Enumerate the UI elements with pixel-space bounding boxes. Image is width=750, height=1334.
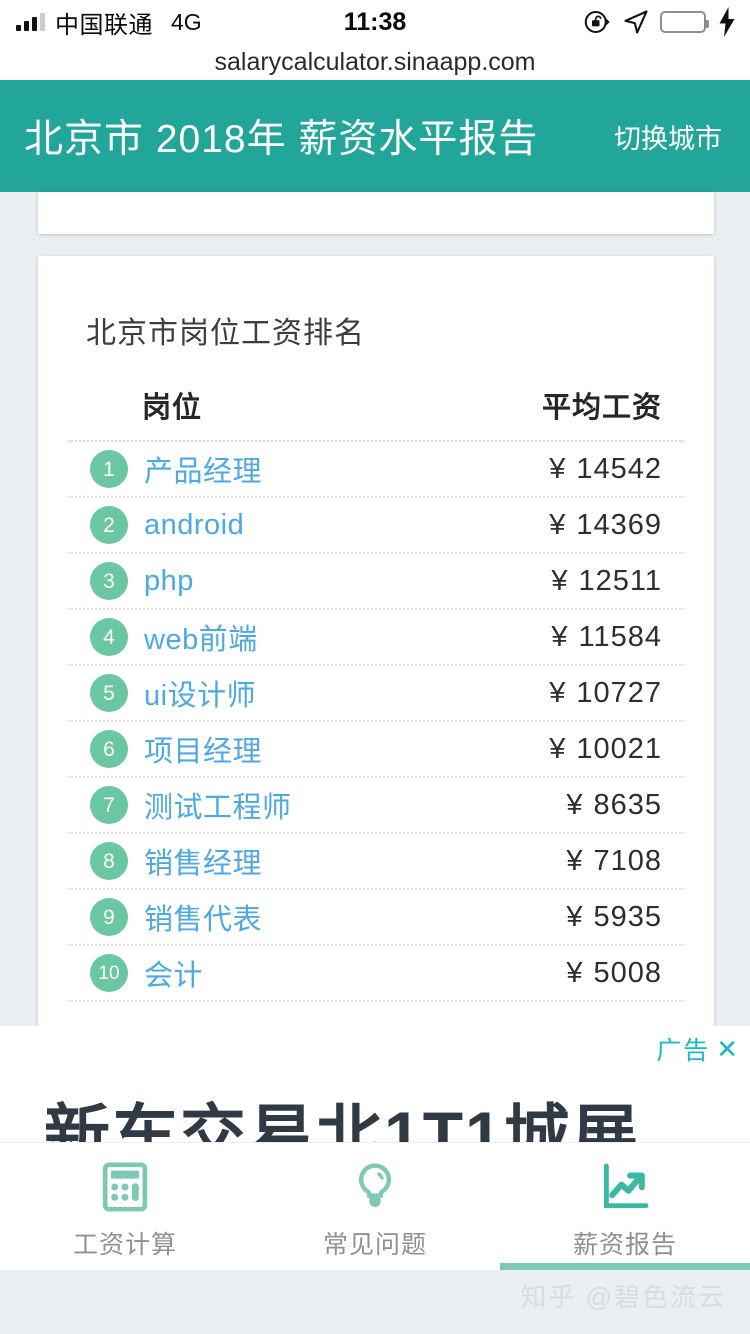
salary-amount: 8635: [593, 788, 662, 821]
table-row[interactable]: 5 ui设计师 ¥10727: [68, 666, 684, 722]
rank-badge: 9: [90, 898, 128, 936]
salary-amount: 14542: [576, 452, 662, 485]
currency-symbol: ¥: [549, 676, 567, 709]
tab-faq[interactable]: 常见问题: [250, 1143, 500, 1270]
url-text: salarycalculator.sinaapp.com: [214, 47, 536, 76]
average-salary-value: ¥5935: [566, 901, 662, 934]
job-title-link[interactable]: 测试工程师: [128, 784, 292, 826]
tab-label-salary-calculator: 工资计算: [72, 1230, 177, 1259]
lightbulb-icon: [358, 1162, 392, 1207]
table-row[interactable]: 4 web前端 ¥11584: [68, 610, 684, 666]
salary-amount: 5935: [593, 900, 662, 933]
table-row[interactable]: 3 php ¥12511: [68, 554, 684, 610]
rank-badge: 3: [90, 562, 128, 600]
column-header-job: 岗位: [142, 392, 203, 424]
rank-badge: 10: [90, 954, 128, 992]
job-title-link[interactable]: 会计: [128, 952, 203, 994]
charging-bolt-icon: [719, 7, 735, 37]
switch-city-button[interactable]: 切换城市: [614, 117, 750, 156]
table-row[interactable]: 8 销售经理 ¥7108: [68, 834, 684, 890]
average-salary-value: ¥5008: [566, 957, 662, 990]
average-salary-value: ¥14369: [549, 509, 662, 542]
salary-amount: 7108: [593, 844, 662, 877]
job-title-link[interactable]: ui设计师: [128, 672, 256, 714]
average-salary-value: ¥14542: [549, 453, 662, 486]
table-row[interactable]: 6 项目经理 ¥10021: [68, 722, 684, 778]
location-arrow-icon: [624, 10, 648, 34]
currency-symbol: ¥: [566, 900, 584, 933]
previous-card-partial: [38, 192, 714, 234]
table-row[interactable]: 10 会计 ¥5008: [68, 946, 684, 1002]
salary-amount: 11584: [578, 620, 662, 653]
active-tab-indicator: [500, 1263, 750, 1270]
bottom-tab-bar: 工资计算 常见问题 薪资报告: [0, 1142, 750, 1270]
card-title: 北京市岗位工资排名: [86, 317, 365, 350]
table-header-row: 岗位 平均工资: [68, 384, 684, 442]
currency-symbol: ¥: [549, 732, 567, 765]
table-row[interactable]: 2 android ¥14369: [68, 498, 684, 554]
rank-badge: 2: [90, 506, 128, 544]
watermark: 知乎 @碧色流云: [520, 1282, 726, 1312]
tab-salary-calculator[interactable]: 工资计算: [0, 1143, 250, 1270]
rank-badge: 6: [90, 730, 128, 768]
job-title-link[interactable]: 产品经理: [128, 448, 262, 490]
average-salary-value: ¥10727: [549, 677, 662, 710]
ad-close-icon[interactable]: ✕: [716, 1034, 740, 1065]
rank-badge: 8: [90, 842, 128, 880]
column-header-salary: 平均工资: [541, 392, 662, 424]
currency-symbol: ¥: [551, 564, 569, 597]
salary-amount: 5008: [593, 956, 662, 989]
salary-ranking-card: 北京市岗位工资排名 岗位 平均工资 1 产品经理 ¥14542 2 android ¥14…: [38, 256, 714, 1036]
ad-label: 广告: [656, 1037, 711, 1065]
salary-amount: 14369: [576, 508, 662, 541]
table-body: 1 产品经理 ¥14542 2 android ¥14369 3 php ¥12511 4 web前…: [68, 442, 684, 1002]
average-salary-value: ¥11584: [551, 621, 662, 654]
salary-amount: 12511: [578, 564, 662, 597]
page-root: 中国联通 4G 11:38 salarycalculator.sinaapp.c…: [0, 0, 750, 1334]
rank-badge: 1: [90, 450, 128, 488]
table-row[interactable]: 1 产品经理 ¥14542: [68, 442, 684, 498]
currency-symbol: ¥: [551, 620, 569, 653]
ad-label-group: 广告 ✕: [656, 1031, 740, 1067]
chart-trend-icon: [603, 1163, 649, 1208]
job-title-link[interactable]: android: [128, 509, 244, 542]
average-salary-value: ¥8635: [566, 789, 662, 822]
currency-symbol: ¥: [549, 452, 567, 485]
salary-ranking-table: 岗位 平均工资 1 产品经理 ¥14542 2 android ¥14369 3 php ¥12…: [38, 384, 714, 1036]
tab-label-salary-report: 薪资报告: [572, 1230, 677, 1259]
calculator-icon: [102, 1162, 148, 1211]
job-title-link[interactable]: 项目经理: [128, 728, 262, 770]
table-row[interactable]: 7 测试工程师 ¥8635: [68, 778, 684, 834]
page-title: 北京市 2018年 薪资水平报告: [24, 118, 539, 161]
job-title-link[interactable]: php: [128, 565, 194, 598]
rank-badge: 5: [90, 674, 128, 712]
currency-symbol: ¥: [566, 788, 584, 821]
currency-symbol: ¥: [566, 956, 584, 989]
salary-amount: 10727: [576, 676, 662, 709]
rotation-lock-icon: [584, 11, 610, 33]
app-header: 北京市 2018年 薪资水平报告 切换城市: [0, 80, 750, 192]
table-row[interactable]: 9 销售代表 ¥5935: [68, 890, 684, 946]
battery-icon: [660, 11, 709, 33]
job-title-link[interactable]: 销售代表: [128, 896, 262, 938]
rank-badge: 7: [90, 786, 128, 824]
status-bar: 中国联通 4G 11:38: [0, 0, 750, 44]
average-salary-value: ¥10021: [549, 733, 662, 766]
job-title-link[interactable]: web前端: [128, 616, 258, 658]
status-bar-right: [582, 7, 738, 37]
content-scroll-area[interactable]: 北京市岗位工资排名 岗位 平均工资 1 产品经理 ¥14542 2 android ¥14…: [0, 192, 750, 1036]
average-salary-value: ¥12511: [551, 565, 662, 598]
job-title-link[interactable]: 销售经理: [128, 840, 262, 882]
ad-headline: 新车交易北1T1城展: [44, 1098, 640, 1142]
currency-symbol: ¥: [549, 508, 567, 541]
browser-url-bar[interactable]: salarycalculator.sinaapp.com: [0, 44, 750, 80]
advertisement-banner[interactable]: 广告 ✕ 新车交易北1T1城展: [0, 1026, 750, 1142]
salary-amount: 10021: [576, 732, 662, 765]
average-salary-value: ¥7108: [566, 845, 662, 878]
tab-label-faq: 常见问题: [322, 1230, 427, 1259]
rank-badge: 4: [90, 618, 128, 656]
currency-symbol: ¥: [566, 844, 584, 877]
tab-salary-report[interactable]: 薪资报告: [500, 1143, 750, 1270]
